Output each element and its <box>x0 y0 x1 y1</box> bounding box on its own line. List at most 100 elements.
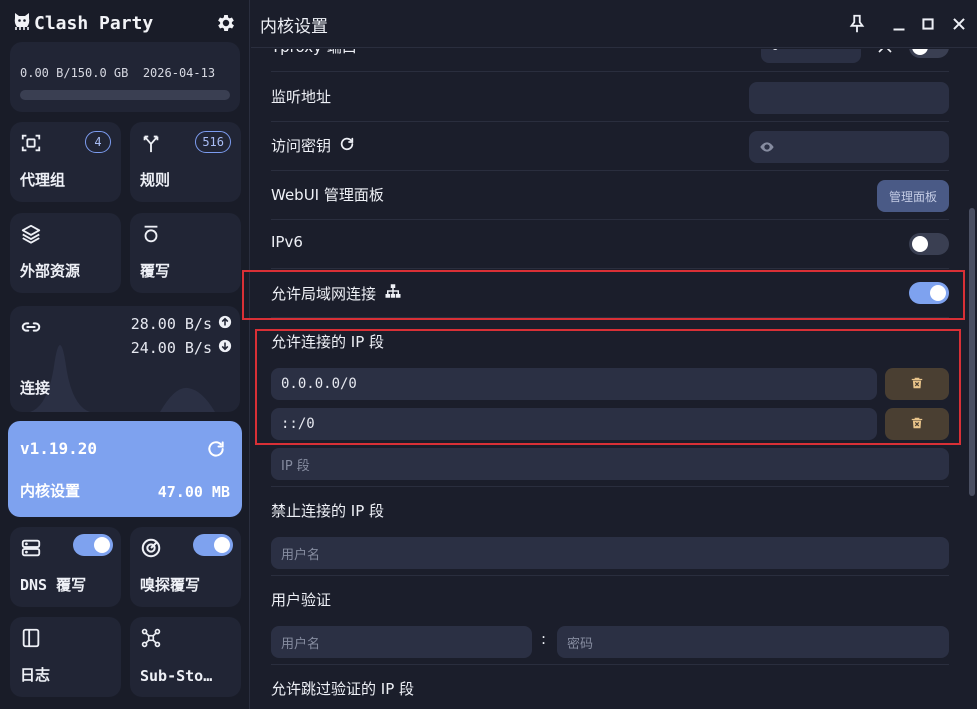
fork-icon <box>140 132 162 154</box>
delete-allowed-ip-button[interactable] <box>885 408 949 440</box>
nav-core-settings[interactable]: v1.19.20 内核设置 47.00 MB <box>8 421 242 517</box>
setting-denied-ips: 禁止连接的 IP 段 用户名 <box>271 487 949 576</box>
allowed-ip-item-input[interactable]: ::/0 <box>271 408 877 440</box>
setting-label: WebUI 管理面板 <box>271 186 384 204</box>
close-icon[interactable] <box>948 13 970 35</box>
trash-icon <box>910 375 924 394</box>
nav-label: 日志 <box>20 666 51 684</box>
refresh-icon[interactable] <box>206 439 226 459</box>
nav-label: 规则 <box>140 171 171 189</box>
setting-listen-address: 监听地址 <box>271 73 949 122</box>
auth-username-input[interactable]: 用户名 <box>271 626 532 658</box>
nav-label: 嗅探覆写 <box>140 576 201 594</box>
core-memory: 47.00 MB <box>157 483 230 501</box>
setting-label: 禁止连接的 IP 段 <box>271 502 385 520</box>
nav-label: 内核设置 <box>20 482 81 500</box>
shuffle-icon[interactable] <box>876 49 894 55</box>
setting-allow-lan: 允许局域网连接 <box>271 269 949 318</box>
setting-label: 允许连接的 IP 段 <box>271 333 385 351</box>
nav-label: 代理组 <box>20 171 66 189</box>
setting-skip-auth-ips: 允许跳过验证的 IP 段 <box>271 665 949 709</box>
main-panel: 内核设置 Tproxy 端口 0 <box>251 0 977 709</box>
link-icon <box>20 316 42 338</box>
proxy-groups-count-badge: 4 <box>85 131 111 153</box>
auth-separator: : <box>541 630 547 648</box>
nav-external-resources[interactable]: 外部资源 <box>10 213 121 293</box>
nav-label: DNS 覆写 <box>20 576 87 594</box>
upload-speed: 28.00 B/s <box>131 315 232 333</box>
setting-access-secret: 访问密钥 <box>271 122 949 171</box>
nav-override[interactable]: 覆写 <box>130 213 241 293</box>
nav-proxy-groups[interactable]: 4 代理组 <box>10 122 121 202</box>
listen-address-input[interactable] <box>749 82 949 114</box>
nav-logs[interactable]: 日志 <box>10 617 121 697</box>
setting-allowed-ips: 允许连接的 IP 段 0.0.0.0/0 ::/0 IP 段 <box>271 318 949 487</box>
core-version: v1.19.20 <box>20 439 98 458</box>
setting-label: 允许跳过验证的 IP 段 <box>271 680 415 698</box>
setting-label: 访问密钥 <box>271 135 355 156</box>
download-speed: 24.00 B/s <box>131 339 232 357</box>
allow-lan-toggle[interactable] <box>909 282 949 304</box>
trash-icon <box>910 415 924 434</box>
radar-icon <box>140 537 162 559</box>
tproxy-toggle[interactable] <box>909 49 949 58</box>
nav-dns-override[interactable]: DNS 覆写 <box>10 527 121 607</box>
eye-icon[interactable] <box>759 139 775 155</box>
scan-icon <box>20 132 42 154</box>
nav-connections[interactable]: 28.00 B/s 24.00 B/s 连接 <box>10 306 240 412</box>
allowed-ip-item-input[interactable]: 0.0.0.0/0 <box>271 368 877 400</box>
window-titlebar[interactable]: 内核设置 <box>251 0 977 48</box>
auth-password-input[interactable]: 密码 <box>557 626 949 658</box>
server-icon <box>20 537 42 559</box>
webui-panel-button[interactable]: 管理面板 <box>877 180 949 212</box>
nav-rules[interactable]: 516 规则 <box>130 122 241 202</box>
setting-label: IPv6 <box>271 233 303 251</box>
setting-label: Tproxy 端口 <box>271 49 357 57</box>
denied-ip-placeholder: 用户名 <box>281 547 321 563</box>
arrow-down-circle-icon <box>218 339 232 357</box>
book-icon <box>20 627 42 649</box>
nav-sub-store[interactable]: Sub-Sto… <box>130 617 241 697</box>
setting-webui: WebUI 管理面板 管理面板 <box>271 171 949 220</box>
setting-label: 允许局域网连接 <box>271 282 402 304</box>
tproxy-port-input[interactable]: 0 <box>761 49 861 63</box>
setting-ipv6: IPv6 <box>271 220 949 269</box>
delete-allowed-ip-button[interactable] <box>885 368 949 400</box>
scrollbar[interactable] <box>963 49 977 709</box>
gear-icon[interactable] <box>215 12 237 34</box>
setting-tproxy-port: Tproxy 端口 0 <box>271 49 949 72</box>
app-name: Clash Party <box>34 12 154 34</box>
network-icon <box>384 282 402 304</box>
app-title: Clash Party <box>12 11 153 35</box>
nodes-icon <box>140 627 162 649</box>
traffic-progress-bar <box>20 90 230 100</box>
traffic-usage: 0.00 B/150.0 GB 2026-04-13 <box>20 66 216 80</box>
settings-list[interactable]: Tproxy 端口 0 监听地址 访问密钥 <box>251 49 963 709</box>
allowed-ip-new-input[interactable]: IP 段 <box>271 448 949 480</box>
nav-label: 外部资源 <box>20 262 81 280</box>
sidebar: Clash Party 0.00 B/150.0 GB 2026-04-13 4… <box>0 0 250 709</box>
nav-sniff-override[interactable]: 嗅探覆写 <box>130 527 241 607</box>
username-placeholder: 用户名 <box>281 636 321 652</box>
access-secret-input[interactable] <box>749 131 949 163</box>
nav-label: Sub-Sto… <box>140 667 213 685</box>
setting-label: 用户验证 <box>271 591 332 609</box>
setting-user-auth: 用户验证 用户名 : 密码 <box>271 576 949 665</box>
minimize-icon[interactable] <box>888 13 910 35</box>
password-placeholder: 密码 <box>567 636 594 652</box>
maximize-icon[interactable] <box>917 13 939 35</box>
subscription-traffic-card[interactable]: 0.00 B/150.0 GB 2026-04-13 <box>10 42 240 112</box>
denied-ip-new-input[interactable]: 用户名 <box>271 537 949 569</box>
override-icon <box>140 223 162 245</box>
refresh-icon[interactable] <box>339 136 355 156</box>
pin-icon[interactable] <box>846 13 868 35</box>
cat-logo-icon <box>12 11 32 36</box>
ipv6-toggle[interactable] <box>909 233 949 255</box>
nav-label: 覆写 <box>140 262 171 280</box>
scrollbar-thumb[interactable] <box>969 208 975 496</box>
layers-icon <box>20 223 42 245</box>
window-title: 内核设置 <box>260 17 328 37</box>
dns-override-toggle[interactable] <box>73 534 113 556</box>
sniff-override-toggle[interactable] <box>193 534 233 556</box>
rules-count-badge: 516 <box>195 131 231 153</box>
